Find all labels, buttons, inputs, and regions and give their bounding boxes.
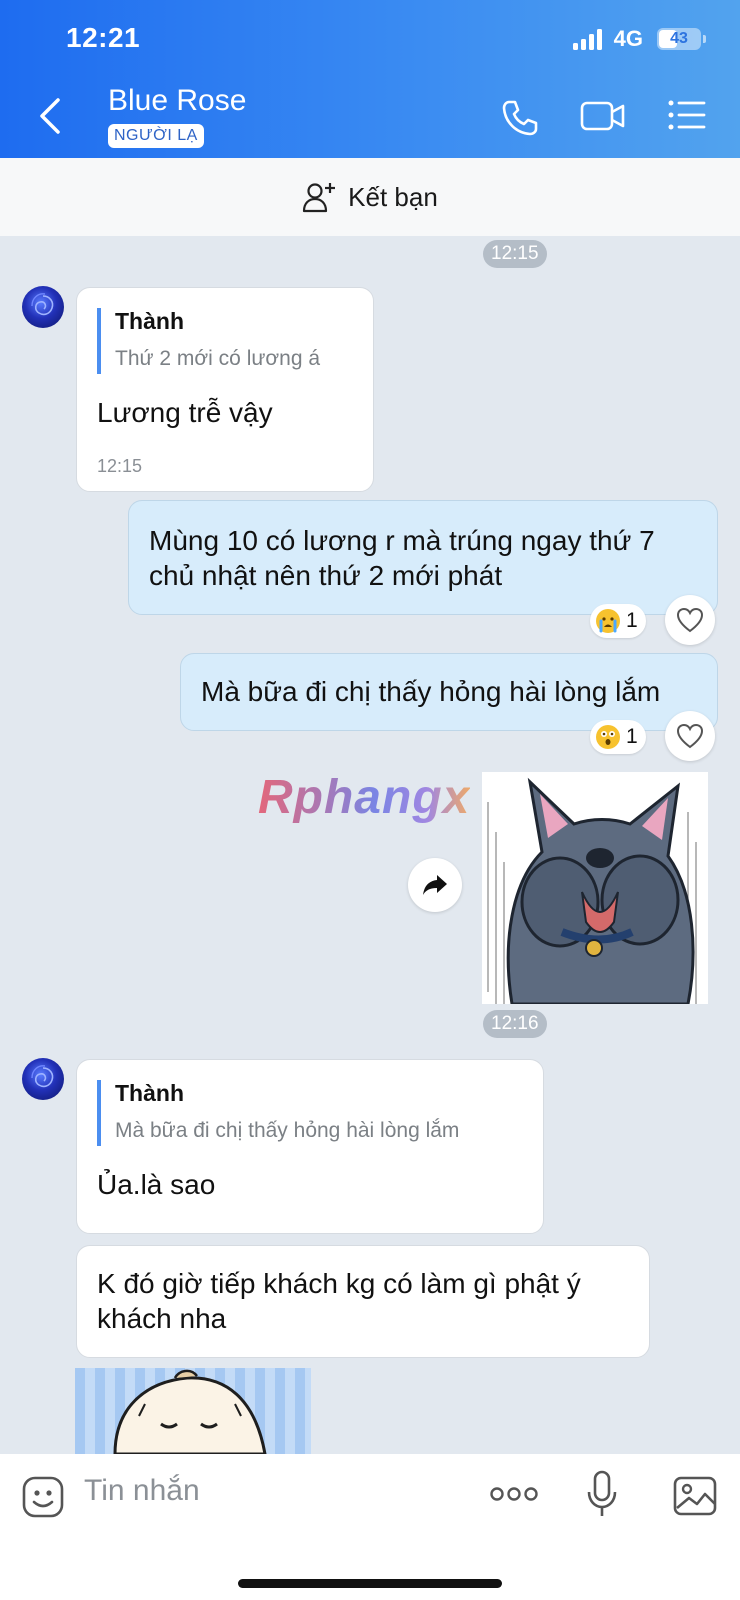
more-dots-icon (490, 1487, 538, 1501)
bun-character-sticker[interactable] (75, 1368, 311, 1454)
quoted-message[interactable]: Thành Thứ 2 mới có lương á (97, 308, 320, 374)
status-indicators: 4G 43 (572, 26, 706, 52)
phone-icon (502, 100, 538, 136)
crying-cat-sticker[interactable] (482, 772, 708, 1004)
message-bubble-outgoing[interactable]: Mùng 10 có lương r mà trúng ngay thứ 7 c… (128, 500, 718, 615)
reaction-badge[interactable]: 1 (590, 604, 646, 638)
video-camera-icon (580, 101, 625, 131)
quote-text: Thứ 2 mới có lương á (115, 347, 321, 370)
contact-name[interactable]: Blue Rose (108, 84, 246, 118)
add-friend-label: Kết bạn (348, 181, 438, 212)
reaction-badge[interactable]: 1 (590, 720, 646, 754)
add-friend-button[interactable]: Kết bạn (0, 158, 740, 236)
more-options-button[interactable] (490, 1484, 538, 1509)
image-icon (673, 1476, 717, 1516)
message-bubble-incoming[interactable]: Thành Thứ 2 mới có lương á Lương trễ vậy… (76, 287, 374, 492)
quote-text: Mà bữa đi chị thấy hỏng hài lòng lắm (115, 1119, 460, 1142)
avatar[interactable] (22, 286, 64, 328)
avatar[interactable] (22, 1058, 64, 1100)
stranger-badge: NGƯỜI LẠ (108, 124, 204, 148)
chat-header: 12:21 4G 43 Blue Rose NGƯỜI LẠ (0, 0, 740, 158)
reaction-count: 1 (626, 609, 638, 632)
share-arrow-icon (423, 875, 447, 895)
battery-level: 43 (670, 30, 688, 47)
message-text: Mùng 10 có lương r mà trúng ngay thứ 7 c… (149, 525, 655, 591)
signal-icon (572, 28, 602, 50)
astonished-face-icon (596, 725, 620, 749)
heart-icon (676, 607, 704, 633)
video-call-button[interactable] (580, 98, 626, 139)
add-user-icon (303, 183, 336, 213)
voice-message-button[interactable] (585, 1470, 619, 1523)
sticker-button[interactable] (22, 1476, 64, 1523)
crying-face-icon (596, 609, 620, 633)
battery-icon: 43 (657, 28, 701, 50)
message-time: 12:15 (97, 456, 143, 476)
home-indicator[interactable] (238, 1579, 502, 1588)
smiley-sticker-icon (22, 1476, 64, 1518)
message-text: Ủa.là sao (97, 1169, 216, 1200)
time-separator: 12:15 (483, 240, 547, 268)
message-bubble-incoming[interactable]: K đó giờ tiếp khách kg có làm gì phật ý … (76, 1245, 650, 1358)
message-input[interactable]: Tin nhắn (84, 1474, 200, 1508)
chevron-left-icon (40, 98, 60, 134)
microphone-icon (587, 1470, 617, 1516)
network-type: 4G (613, 26, 643, 51)
status-time: 12:21 (66, 22, 141, 53)
heart-icon (676, 723, 704, 749)
reaction-count: 1 (626, 725, 638, 748)
watermark: Rphangx (258, 771, 471, 824)
back-button[interactable] (34, 96, 70, 136)
quoted-message[interactable]: Thành Mà bữa đi chị thấy hỏng hài lòng l… (97, 1080, 459, 1146)
message-input-bar: Tin nhắn (0, 1454, 740, 1600)
blue-rose-avatar-icon (31, 293, 54, 316)
quote-author: Thành (115, 308, 184, 334)
time-separator: 12:16 (483, 1010, 547, 1038)
message-text: Lương trễ vậy (97, 397, 273, 428)
blue-rose-avatar-icon (31, 1065, 54, 1088)
list-menu-icon (668, 100, 706, 130)
message-text: Mà bữa đi chị thấy hỏng hài lòng lắm (201, 676, 661, 707)
message-bubble-incoming[interactable]: Thành Mà bữa đi chị thấy hỏng hài lòng l… (76, 1059, 544, 1234)
menu-button[interactable] (668, 98, 706, 137)
message-bubble-outgoing[interactable]: Mà bữa đi chị thấy hỏng hài lòng lắm (180, 653, 718, 731)
forward-button[interactable] (408, 858, 462, 912)
like-button[interactable] (665, 711, 715, 761)
like-button[interactable] (665, 595, 715, 645)
call-button[interactable] (500, 98, 540, 143)
quote-author: Thành (115, 1080, 184, 1106)
message-text: K đó giờ tiếp khách kg có làm gì phật ý … (97, 1268, 581, 1334)
image-picker-button[interactable] (673, 1476, 717, 1521)
